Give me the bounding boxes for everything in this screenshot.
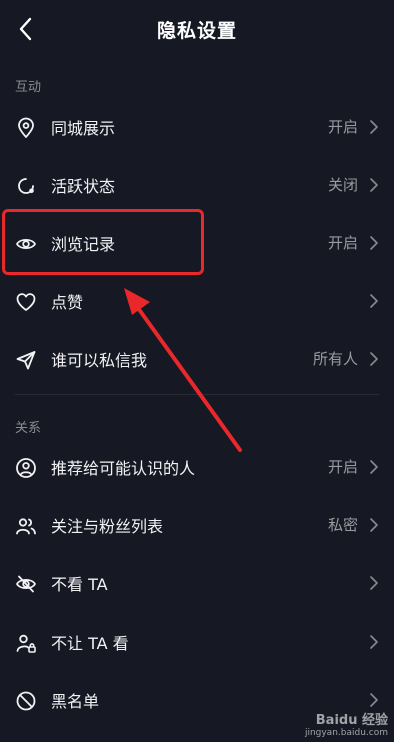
row-label: 点赞 — [51, 293, 84, 312]
page-title: 隐私设置 — [156, 20, 237, 42]
row-label: 黑名单 — [51, 692, 100, 711]
heart-icon — [16, 293, 36, 311]
row-hide-their-content[interactable]: 不看 TA — [0, 554, 394, 612]
chevron-right-icon — [370, 236, 378, 250]
block-icon — [16, 691, 36, 711]
eye-off-icon — [16, 575, 36, 593]
chevron-right-icon — [370, 635, 378, 649]
section-header-relations: 关系 — [15, 421, 42, 436]
row-label: 关注与粉丝列表 — [51, 517, 164, 536]
row-likes[interactable]: 点赞 — [0, 272, 394, 330]
row-recommend-to-acquaintances[interactable]: 推荐给可能认识的人 开启 — [0, 438, 394, 496]
chevron-right-icon — [370, 178, 378, 192]
row-label: 活跃状态 — [51, 177, 116, 196]
chevron-right-icon — [370, 518, 378, 532]
row-block-them-viewing[interactable]: 不让 TA 看 — [0, 613, 394, 671]
watermark-url: jingyan.baidu.com — [304, 728, 388, 738]
row-label: 不看 TA — [51, 575, 108, 594]
row-label: 推荐给可能认识的人 — [51, 459, 196, 478]
user-lock-icon — [16, 634, 36, 653]
row-label: 不让 TA 看 — [51, 634, 129, 653]
active-status-icon — [18, 178, 34, 194]
row-value: 开启 — [327, 118, 358, 136]
location-pin-icon — [18, 117, 34, 138]
row-who-can-message[interactable]: 谁可以私信我 所有人 — [0, 330, 394, 388]
users-icon — [16, 518, 36, 535]
row-label: 谁可以私信我 — [51, 351, 148, 370]
row-label: 同城展示 — [51, 119, 116, 138]
header: 隐私设置 — [0, 0, 394, 58]
watermark-brand: Baidu 经验 — [315, 713, 388, 728]
watermark: Baidu 经验 jingyan.baidu.com — [305, 709, 388, 738]
send-icon — [16, 351, 36, 370]
chevron-right-icon — [370, 120, 378, 134]
row-local-display[interactable]: 同城展示 开启 — [0, 98, 394, 156]
row-value: 开启 — [327, 458, 358, 476]
chevron-right-icon — [370, 352, 378, 366]
section-header-interaction: 互动 — [15, 80, 42, 95]
row-value: 所有人 — [312, 350, 358, 368]
row-follow-fans-list[interactable]: 关注与粉丝列表 私密 — [0, 496, 394, 554]
chevron-right-icon — [370, 693, 378, 707]
chevron-right-icon — [370, 460, 378, 474]
row-active-status[interactable]: 活跃状态 关闭 — [0, 156, 394, 214]
annotation-highlight-box — [2, 209, 204, 275]
row-value: 关闭 — [327, 176, 358, 194]
row-value: 开启 — [327, 234, 358, 252]
chevron-right-icon — [370, 576, 378, 590]
row-value: 私密 — [327, 516, 358, 534]
chevron-right-icon — [370, 294, 378, 308]
section-divider — [15, 394, 379, 395]
user-circle-icon — [16, 458, 36, 478]
